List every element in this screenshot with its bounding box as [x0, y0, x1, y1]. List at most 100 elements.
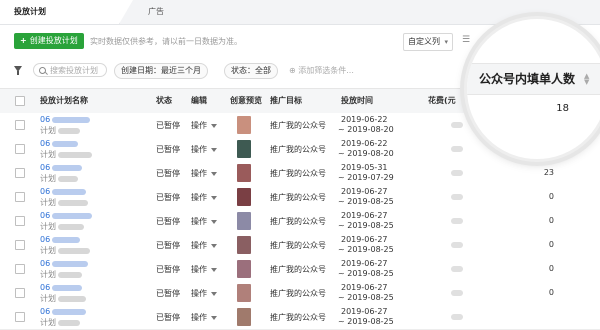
operate-dropdown[interactable]: 操作	[191, 312, 217, 323]
promotion-target: 推广我的公众号	[270, 193, 326, 202]
blurred-id	[58, 295, 86, 302]
creative-thumbnail[interactable]	[237, 284, 251, 302]
campaign-name-link[interactable]: 06	[40, 259, 89, 268]
table-row: 06 计划 已暂停 操作 推广我的公众号 2019-06-27 ~ 2019-08-25 0	[0, 233, 600, 258]
header-target[interactable]: 推广目标	[270, 89, 302, 113]
campaign-name-link[interactable]: 06	[40, 187, 87, 196]
creative-thumbnail[interactable]	[237, 164, 251, 182]
operate-dropdown[interactable]: 操作	[191, 216, 217, 227]
column-settings-icon[interactable]: ☰	[462, 35, 470, 45]
magnified-followers-value: 18	[556, 103, 569, 114]
time-end: ~ 2019-08-20	[338, 149, 394, 158]
campaign-sub-line: 计划	[40, 269, 82, 280]
operate-dropdown[interactable]: 操作	[191, 192, 217, 203]
row-checkbox[interactable]	[15, 240, 25, 250]
creative-thumbnail[interactable]	[237, 116, 251, 134]
promotion-target: 推广我的公众号	[270, 313, 326, 322]
campaign-name-link[interactable]: 06	[40, 139, 79, 148]
blurred-spend	[451, 314, 463, 320]
date-filter-chip[interactable]: 创建日期：最近三个月	[114, 63, 208, 79]
operate-dropdown[interactable]: 操作	[191, 144, 217, 155]
sort-icon[interactable]: ▲ ▼	[584, 73, 589, 86]
header-status[interactable]: 状态	[156, 89, 172, 113]
blurred-name	[52, 188, 87, 195]
blurred-id	[58, 271, 82, 278]
followers-value: 0	[548, 216, 554, 225]
campaign-name-link[interactable]: 06	[40, 163, 83, 172]
campaign-name-link[interactable]: 06	[40, 307, 87, 316]
campaign-sub-label: 计划	[40, 222, 56, 231]
campaign-name-link[interactable]: 06	[40, 235, 81, 244]
blurred-spend	[451, 266, 463, 272]
promotion-target: 推广我的公众号	[270, 289, 326, 298]
time-start: 2019-06-22	[341, 139, 388, 148]
time-end: ~ 2019-07-29	[338, 173, 394, 182]
row-checkbox[interactable]	[15, 168, 25, 178]
status-text: 已暂停	[156, 169, 180, 178]
header-name[interactable]: 投放计划名称	[40, 89, 88, 113]
promotion-target: 推广我的公众号	[270, 169, 326, 178]
operate-dropdown[interactable]: 操作	[191, 120, 217, 131]
row-checkbox[interactable]	[15, 120, 25, 130]
add-filter-link[interactable]: ⊕ 添加筛选条件...	[289, 65, 354, 76]
create-campaign-button[interactable]: + 创建投放计划	[14, 33, 84, 49]
blurred-spend	[451, 218, 463, 224]
operate-dropdown[interactable]: 操作	[191, 168, 217, 179]
creative-thumbnail[interactable]	[237, 308, 251, 326]
creative-thumbnail[interactable]	[237, 260, 251, 278]
row-checkbox[interactable]	[15, 264, 25, 274]
campaign-name-link[interactable]: 06	[40, 283, 83, 292]
status-filter-chip[interactable]: 状态：全部	[224, 63, 278, 79]
row-checkbox[interactable]	[15, 288, 25, 298]
operate-dropdown[interactable]: 操作	[191, 288, 217, 299]
blurred-name	[52, 260, 89, 267]
blurred-spend	[451, 290, 463, 296]
search-placeholder: 搜索投放计划	[50, 66, 98, 75]
plus-icon: +	[20, 36, 27, 45]
campaign-sub-line: 计划	[40, 221, 84, 232]
row-checkbox[interactable]	[15, 312, 25, 322]
followers-value: 0	[548, 264, 554, 273]
data-hint-text: 实时数据仅供参考，请以前一日数据为准。	[90, 37, 242, 46]
time-end: ~ 2019-08-25	[338, 293, 394, 302]
campaign-sub-label: 计划	[40, 270, 56, 279]
select-all-checkbox[interactable]	[15, 96, 25, 106]
campaign-name-link[interactable]: 06	[40, 115, 91, 124]
operate-dropdown[interactable]: 操作	[191, 240, 217, 251]
blurred-id	[58, 223, 84, 230]
header-spend[interactable]: 花费(元	[428, 89, 456, 113]
followers-value: 0	[548, 192, 554, 201]
blurred-id	[58, 151, 92, 158]
blurred-name	[52, 236, 81, 243]
status-text: 已暂停	[156, 241, 180, 250]
row-checkbox[interactable]	[15, 192, 25, 202]
row-checkbox[interactable]	[15, 216, 25, 226]
time-start: 2019-06-27	[341, 283, 388, 292]
promotion-target: 推广我的公众号	[270, 217, 326, 226]
campaign-sub-line: 计划	[40, 149, 92, 160]
campaign-name-link[interactable]: 06	[40, 211, 93, 220]
creative-thumbnail[interactable]	[237, 236, 251, 254]
campaign-sub-line: 计划	[40, 125, 80, 136]
status-text: 已暂停	[156, 193, 180, 202]
creative-thumbnail[interactable]	[237, 188, 251, 206]
search-input[interactable]: 搜索投放计划	[33, 63, 107, 77]
creative-thumbnail[interactable]	[237, 140, 251, 158]
campaign-sub-label: 计划	[40, 174, 56, 183]
status-text: 已暂停	[156, 313, 180, 322]
time-end: ~ 2019-08-25	[338, 221, 394, 230]
custom-columns-dropdown[interactable]: 自定义列 ▾	[403, 33, 454, 51]
tab-campaigns[interactable]: 投放计划	[0, 0, 133, 24]
blurred-name	[52, 308, 87, 315]
table-row: 06 计划 已暂停 操作 推广我的公众号 2019-06-27 ~ 2019-08-25 0	[0, 257, 600, 282]
promotion-target: 推广我的公众号	[270, 121, 326, 130]
magnified-followers-header[interactable]: 公众号内填单人数	[479, 64, 575, 94]
operate-dropdown[interactable]: 操作	[191, 264, 217, 275]
chevron-down-icon: ▾	[444, 38, 449, 46]
tab-ads[interactable]: 广告	[148, 0, 164, 24]
header-time[interactable]: 投放时间	[341, 89, 373, 113]
campaign-name-prefix: 06	[40, 139, 51, 148]
row-checkbox[interactable]	[15, 144, 25, 154]
promotion-target: 推广我的公众号	[270, 145, 326, 154]
creative-thumbnail[interactable]	[237, 212, 251, 230]
